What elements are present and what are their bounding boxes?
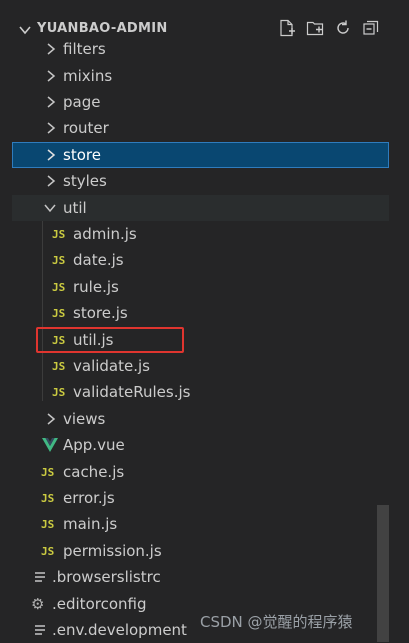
chevron-right-icon: [47, 122, 56, 134]
js-file-icon: JS: [52, 253, 66, 267]
js-file-icon: JS: [41, 544, 55, 558]
tree-item-label: store: [63, 146, 101, 164]
new-file-icon[interactable]: [277, 18, 297, 38]
tree-file-cache-js[interactable]: JS cache.js: [0, 459, 389, 485]
tree-item-label: rule.js: [73, 278, 119, 296]
collapse-all-icon[interactable]: [361, 18, 381, 38]
vue-icon: [42, 438, 58, 452]
tree-item-label: .editorconfig: [52, 595, 147, 613]
tree-item-label: router: [63, 119, 109, 137]
chevron-right-icon: [47, 43, 56, 55]
tree-item-label: mixins: [63, 67, 113, 85]
js-file-icon: JS: [52, 227, 66, 241]
tree-folder-views[interactable]: views: [0, 406, 389, 432]
js-file-icon: JS: [41, 465, 55, 479]
tree-file-main-js[interactable]: JS main.js: [0, 511, 389, 537]
vertical-scrollbar[interactable]: [377, 505, 389, 642]
tree-file-validate-js[interactable]: JS validate.js: [0, 353, 389, 379]
tree-file-browserslistrc[interactable]: .browserslistrc: [0, 564, 389, 590]
tree-item-label: permission.js: [63, 542, 162, 560]
tree-item-label: main.js: [63, 515, 118, 533]
tree-item-label: .env.development: [52, 621, 187, 639]
js-file-icon: JS: [52, 385, 66, 399]
tree-file-rule-js[interactable]: JS rule.js: [0, 274, 389, 300]
tree-folder-mixins[interactable]: mixins: [0, 63, 389, 89]
chevron-right-icon: [47, 149, 56, 161]
tree-item-label: views: [63, 410, 106, 428]
tree-item-label: cache.js: [63, 463, 125, 481]
tree-item-label: validateRules.js: [73, 383, 191, 401]
tree-file-date-js[interactable]: JS date.js: [0, 247, 389, 273]
tree-item-label: styles: [63, 172, 107, 190]
tree-folder-filters[interactable]: filters: [0, 36, 389, 62]
highlight-box: [36, 327, 184, 353]
tree-item-label: App.vue: [63, 436, 125, 454]
project-title: YUANBAO-ADMIN: [37, 21, 168, 36]
js-file-icon: JS: [52, 359, 66, 373]
tree-file-store-js[interactable]: JS store.js: [0, 300, 389, 326]
refresh-icon[interactable]: [333, 18, 353, 38]
chevron-right-icon: [47, 70, 56, 82]
tree-file-app-vue[interactable]: App.vue: [0, 432, 389, 458]
chevron-right-icon: [47, 413, 56, 425]
lines-icon: [35, 572, 45, 582]
tree-file-permission-js[interactable]: JS permission.js: [0, 538, 389, 564]
lines-icon: [35, 625, 45, 635]
tree-item-label: .browserslistrc: [52, 568, 161, 586]
chevron-down-icon[interactable]: [18, 23, 32, 37]
tree-file-validaterules-js[interactable]: JS validateRules.js: [0, 379, 389, 405]
tree-item-label: filters: [63, 40, 106, 58]
js-file-icon: JS: [41, 491, 55, 505]
js-file-icon: JS: [52, 306, 66, 320]
watermark: CSDN @觉醒的程序猿: [200, 613, 353, 631]
tree-item-label: validate.js: [73, 357, 150, 375]
tree-folder-store[interactable]: store: [12, 142, 389, 168]
tree-item-label: store.js: [73, 304, 128, 322]
tree-file-admin-js[interactable]: JS admin.js: [0, 221, 389, 247]
tree-item-label: page: [63, 93, 101, 111]
tree-item-label: util: [63, 199, 87, 217]
chevron-right-icon: [47, 175, 56, 187]
tree-item-label: date.js: [73, 251, 124, 269]
tree-folder-router[interactable]: router: [0, 115, 389, 141]
chevron-right-icon: [47, 96, 56, 108]
js-file-icon: JS: [41, 517, 55, 531]
tree-item-label: admin.js: [73, 225, 137, 243]
new-folder-icon[interactable]: [305, 18, 325, 38]
tree-file-error-js[interactable]: JS error.js: [0, 485, 389, 511]
explorer-actions: [277, 18, 381, 38]
js-file-icon: JS: [52, 280, 66, 294]
previous-section-strip: [0, 0, 409, 14]
gear-icon: ⚙: [31, 595, 45, 613]
tree-folder-page[interactable]: page: [0, 89, 389, 115]
tree-folder-util[interactable]: util: [12, 195, 389, 221]
tree-folder-styles[interactable]: styles: [0, 168, 389, 194]
chevron-down-icon: [44, 204, 56, 213]
tree-item-label: error.js: [63, 489, 115, 507]
